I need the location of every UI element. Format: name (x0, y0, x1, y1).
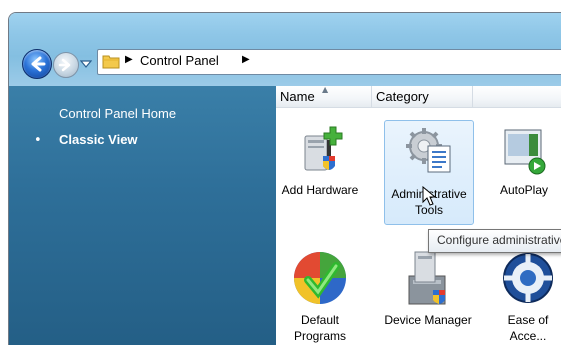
item-default-programs[interactable]: Default Programs (276, 248, 364, 344)
column-header-name-label: Name (280, 89, 315, 104)
sidebar-item-classic-view[interactable]: Classic View (59, 132, 138, 147)
device-manager-icon (401, 250, 455, 310)
folder-icon (102, 55, 120, 69)
item-label: Device Manager (384, 313, 472, 327)
item-administrative-tools[interactable]: Administrative Tools (384, 120, 474, 225)
arrow-left-icon (31, 56, 46, 72)
default-programs-icon (290, 248, 350, 310)
tooltip: Configure administrative settings for yo… (428, 229, 561, 253)
item-label: AutoPlay (499, 183, 549, 197)
autoplay-icon (497, 124, 551, 178)
arrow-right-icon (58, 58, 71, 72)
items-view: Name ▲ Category Add Hardware Tools AutoP… (276, 85, 561, 345)
item-device-manager[interactable]: Device Manager (384, 250, 472, 328)
column-header-category-label: Category (376, 89, 429, 104)
item-autoplay[interactable]: AutoPlay (480, 124, 561, 198)
recent-pages-dropdown-icon[interactable] (80, 57, 92, 71)
item-add-hardware[interactable]: Add Hardware (276, 124, 364, 198)
address-bar[interactable]: ▶ Control Panel ▶ (97, 49, 561, 75)
breadcrumb-separator-icon[interactable]: ▶ (125, 54, 133, 65)
column-headers: Name ▲ Category (276, 85, 561, 108)
explorer-window: ▶ Control Panel ▶ Control Panel Home • C… (8, 12, 561, 345)
column-header-name[interactable]: Name ▲ (276, 85, 372, 107)
ease-of-access-icon (501, 250, 555, 310)
sort-ascending-icon: ▲ (322, 85, 329, 94)
task-pane: Control Panel Home • Classic View (9, 86, 276, 345)
title-bar: ▶ Control Panel ▶ (9, 13, 561, 86)
item-ease-of-access[interactable]: Ease of Acce... (494, 250, 561, 344)
column-header-category[interactable]: Category (372, 86, 473, 107)
mouse-cursor-icon (422, 186, 436, 206)
forward-button[interactable] (53, 52, 79, 78)
item-label: Add Hardware (281, 183, 359, 197)
breadcrumb-control-panel[interactable]: Control Panel (140, 53, 219, 68)
back-button[interactable] (22, 49, 52, 79)
item-label: Default Programs (293, 313, 346, 343)
add-hardware-icon (293, 124, 347, 178)
sidebar-item-control-panel-home[interactable]: Control Panel Home (59, 106, 176, 121)
administrative-tools-icon (402, 124, 456, 178)
breadcrumb-dropdown-icon[interactable]: ▶ (242, 54, 250, 65)
tooltip-text: Configure administrative settings for yo… (437, 233, 561, 247)
item-label: Ease of Acce... (507, 313, 549, 343)
sidebar-bullet: • (34, 133, 42, 148)
